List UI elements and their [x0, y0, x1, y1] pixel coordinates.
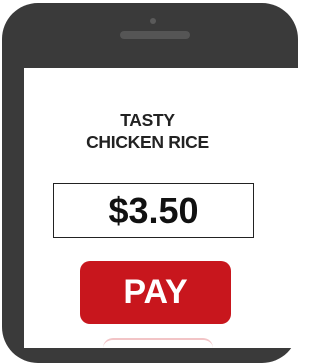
- product-title-line2: CHICKEN RICE: [86, 132, 209, 152]
- secondary-button[interactable]: [103, 338, 213, 360]
- product-title-line1: TASTY: [120, 110, 175, 130]
- camera-icon: [150, 18, 156, 24]
- product-title: TASTY CHICKEN RICE: [24, 109, 271, 153]
- pay-button[interactable]: PAY: [80, 261, 231, 324]
- price-display: $3.50: [53, 183, 254, 238]
- phone-frame: TASTY CHICKEN RICE $3.50 PAY: [2, 3, 320, 363]
- phone-screen: TASTY CHICKEN RICE $3.50 PAY: [24, 68, 320, 348]
- speaker-grille: [120, 31, 190, 39]
